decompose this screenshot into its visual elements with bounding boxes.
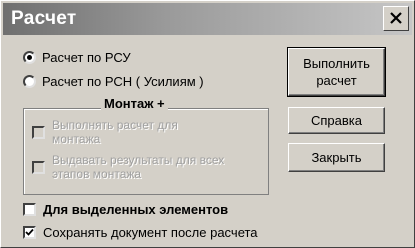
montazh-calc-checkbox <box>32 125 45 139</box>
radio-rsu-label: Расчет по РСУ <box>42 50 131 65</box>
run-calculation-label-2: расчет <box>316 73 357 88</box>
montazh-group-title: Монтаж + <box>101 96 168 111</box>
dialog-title: Расчет <box>11 8 77 29</box>
radio-rsn[interactable] <box>23 75 36 88</box>
selected-elements-label: Для выделенных элементов <box>43 202 229 217</box>
run-calculation-button[interactable]: Выполнить расчет <box>287 47 386 97</box>
radio-rsn-option[interactable]: Расчет по РСН ( Усилиям ) <box>23 74 204 89</box>
close-button-label: Закрыть <box>311 150 362 165</box>
save-document-label: Сохранять документ после расчета <box>43 225 258 240</box>
close-icon <box>390 12 402 24</box>
montazh-results-label: Выдавать результаты для всех этапов монт… <box>52 153 225 181</box>
montazh-results-option: Выдавать результаты для всех этапов монт… <box>32 153 237 181</box>
help-button-label: Справка <box>311 113 362 128</box>
close-button[interactable]: Закрыть <box>288 143 385 172</box>
selected-elements-checkbox[interactable] <box>23 203 36 216</box>
radio-rsn-label: Расчет по РСН ( Усилиям ) <box>42 74 204 89</box>
montazh-calc-option: Выполнять расчет для монтажа <box>32 118 202 146</box>
checkmark-icon <box>25 228 34 236</box>
selected-elements-option[interactable]: Для выделенных элементов <box>23 202 228 217</box>
save-document-checkbox[interactable] <box>23 226 36 239</box>
close-window-button[interactable] <box>383 6 409 31</box>
save-document-option[interactable]: Сохранять документ после расчета <box>23 225 258 240</box>
title-bar[interactable]: Расчет <box>3 3 412 35</box>
montazh-results-checkbox <box>32 160 45 174</box>
radio-rsu-option[interactable]: Расчет по РСУ <box>23 50 131 65</box>
help-button[interactable]: Справка <box>288 107 385 134</box>
calculation-dialog: Расчет Расчет по РСУ Расчет по РСН ( Уси… <box>0 0 415 248</box>
montazh-calc-label: Выполнять расчет для монтажа <box>52 118 178 146</box>
radio-rsu[interactable] <box>23 51 36 64</box>
run-calculation-label-1: Выполнить <box>303 56 370 71</box>
